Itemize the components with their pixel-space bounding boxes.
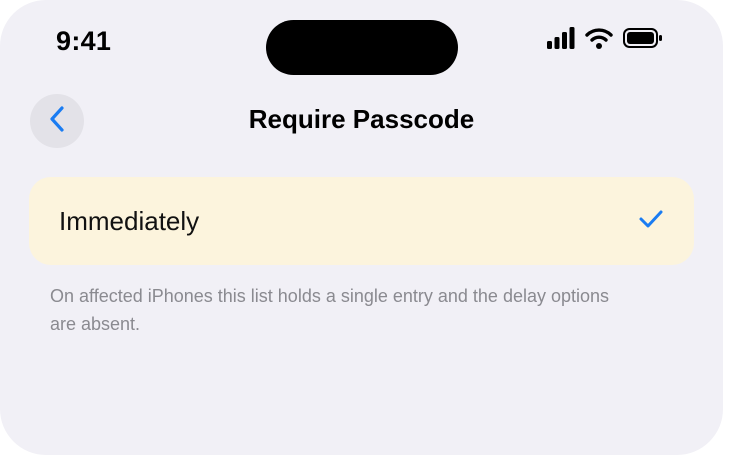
option-label: Immediately — [59, 205, 200, 236]
option-row-immediately[interactable]: Immediately — [29, 177, 694, 265]
wifi-icon — [585, 27, 613, 54]
dynamic-island — [266, 20, 458, 75]
cellular-signal-icon — [547, 27, 575, 54]
status-icons — [547, 27, 663, 54]
battery-icon — [623, 27, 663, 54]
checkmark-icon — [638, 209, 664, 234]
page-title: Require Passcode — [248, 104, 475, 134]
status-time: 9:41 — [56, 26, 112, 56]
footer-note: On affected iPhones this list holds a si… — [50, 286, 610, 334]
phone-screen: 9:41 Require Passcode Immediately On aff… — [0, 0, 723, 455]
